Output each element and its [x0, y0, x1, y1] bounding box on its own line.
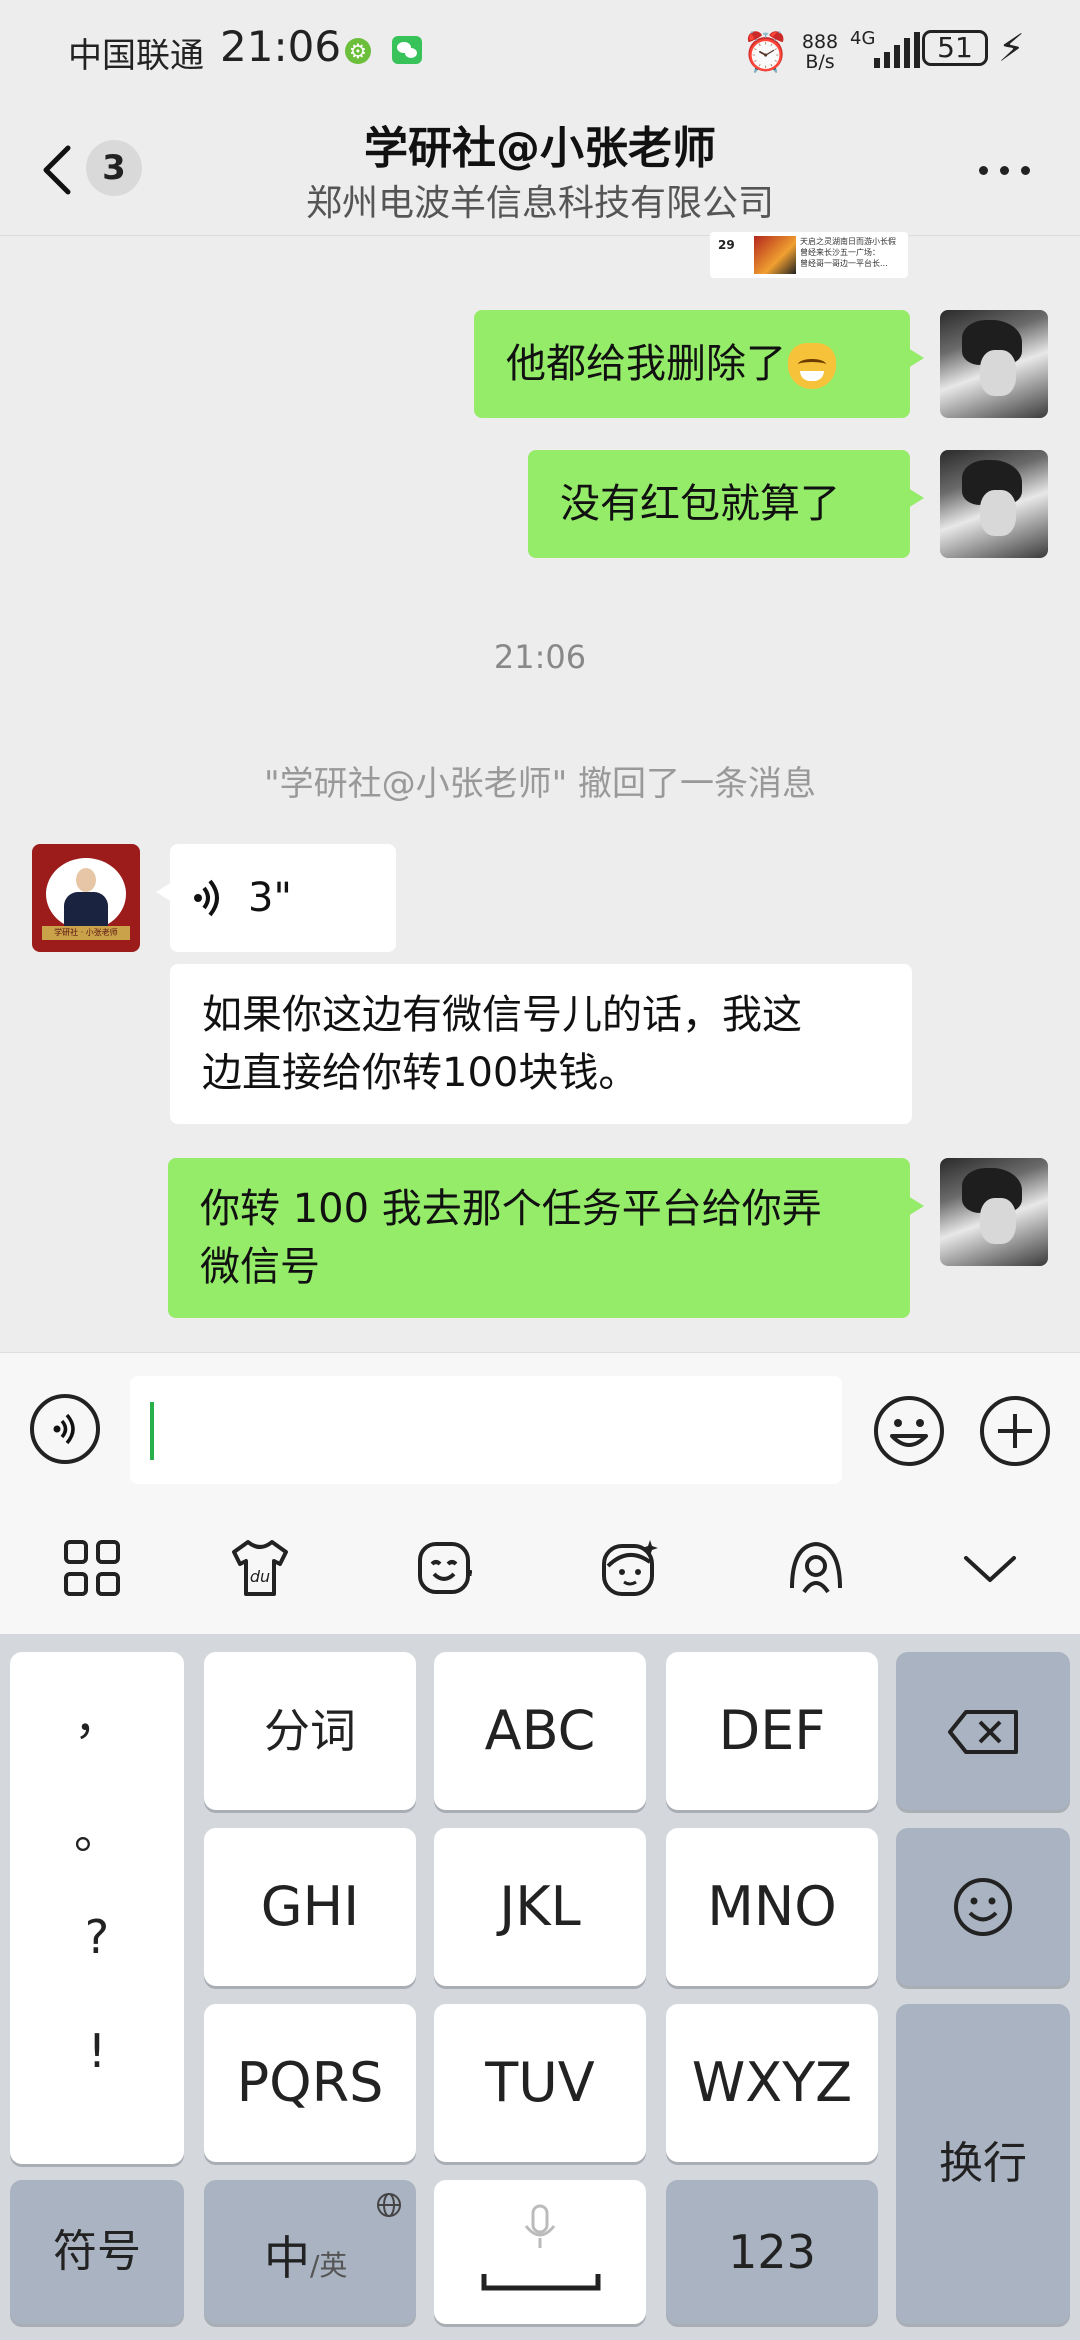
punctuation-key[interactable]: 。 — [10, 1796, 184, 1862]
microphone-icon — [524, 2204, 556, 2248]
key-pqrs[interactable]: PQRS — [204, 2004, 416, 2162]
message-text-line: 微信号 — [200, 1244, 320, 1290]
skin-shirt-icon[interactable]: du — [228, 1536, 292, 1600]
sticker-face-icon[interactable] — [414, 1536, 478, 1600]
voice-wave-icon — [194, 879, 219, 917]
card-line: 天启之灵湖南日而游小长假 — [800, 237, 896, 246]
wechat-notification-icon — [392, 36, 422, 64]
language-main-label: 中 — [264, 2231, 310, 2285]
shared-article-card[interactable]: 29 天启之灵湖南日而游小长假 曾经来长沙五一广场： 曾经哥一哥边一平台长... — [710, 232, 908, 278]
voice-input-button[interactable] — [30, 1394, 100, 1464]
message-text-line: 你转 100 我去那个任务平台给你弄 — [200, 1186, 822, 1232]
backspace-icon — [948, 1710, 1018, 1754]
alarm-icon: ⏰ — [742, 30, 790, 74]
keyboard-toolbar — [0, 1506, 1080, 1634]
punctuation-key[interactable]: ? — [10, 1910, 184, 1964]
card-line: 曾经哥一哥边一平台长... — [800, 259, 888, 268]
avatar-emoji-icon[interactable] — [598, 1536, 662, 1600]
punctuation-key[interactable]: ! — [10, 2024, 184, 2078]
network-speed: 888 B/s — [798, 32, 842, 72]
smiley-icon — [954, 1878, 1012, 1936]
collapse-keyboard-chevron-icon[interactable] — [958, 1536, 1022, 1600]
my-avatar[interactable] — [940, 1158, 1048, 1266]
contact-avatar[interactable]: 学研社 · 小张老师 — [32, 844, 140, 952]
card-badge: 29 — [718, 238, 735, 252]
card-text: 天启之灵湖南日而游小长假 曾经来长沙五一广场： 曾经哥一哥边一平台长... — [800, 236, 900, 269]
my-avatar[interactable] — [940, 310, 1048, 418]
message-bubble-outgoing[interactable]: 他都给我删除了 — [474, 310, 924, 418]
avatar-caption: 学研社 · 小张老师 — [42, 926, 130, 940]
message-bubble-outgoing[interactable]: 你转 100 我去那个任务平台给你弄 微信号 — [168, 1158, 924, 1318]
chat-timestamp: 21:06 — [493, 638, 587, 676]
key-def[interactable]: DEF — [666, 1652, 878, 1810]
card-line: 曾经来长沙五一广场： — [800, 248, 880, 257]
chat-subtitle: 郑州电波羊信息科技有限公司 — [305, 183, 774, 224]
key-jkl[interactable]: JKL — [434, 1828, 646, 1986]
status-bar: 中国联通 21:06 ⚙ ⏰ 888 B/s 4G 51 ⚡ — [0, 0, 1080, 105]
spacebar-icon — [481, 2274, 601, 2291]
carrier-label: 中国联通 — [68, 36, 204, 76]
card-thumbnail — [754, 236, 796, 274]
my-avatar[interactable] — [940, 450, 1048, 558]
recall-notice: "学研社@小张老师" 撤回了一条消息 — [263, 764, 817, 804]
message-text-line: 如果你这边有微信号儿的话，我这 — [202, 992, 802, 1038]
add-attachment-icon[interactable] — [978, 1394, 1052, 1468]
key-ghi[interactable]: GHI — [204, 1828, 416, 1986]
symbols-key[interactable]: 符号 — [10, 2180, 184, 2324]
voice-message-bubble[interactable]: 3" — [156, 844, 396, 952]
backspace-key[interactable] — [896, 1652, 1070, 1810]
battery-indicator: 51 — [922, 30, 988, 66]
key-segment[interactable]: 分词 — [204, 1652, 416, 1810]
key-abc[interactable]: ABC — [434, 1652, 646, 1810]
punctuation-column[interactable]: ， 。 ? ! — [10, 1652, 184, 2164]
key-wxyz[interactable]: WXYZ — [666, 2004, 878, 2162]
charging-icon: ⚡ — [998, 26, 1025, 70]
punctuation-key[interactable]: ， — [10, 1682, 184, 1748]
message-input[interactable] — [130, 1376, 842, 1484]
ai-assistant-icon[interactable] — [784, 1536, 848, 1600]
key-tuv[interactable]: TUV — [434, 2004, 646, 2162]
emoji-key[interactable] — [896, 1828, 1070, 1986]
globe-icon — [377, 2193, 401, 2217]
key-mno[interactable]: MNO — [666, 1828, 878, 1986]
message-text: 他都给我删除了 — [506, 341, 786, 387]
message-bubble-outgoing[interactable]: 没有红包就算了 — [528, 450, 924, 558]
message-bubble-incoming[interactable]: 如果你这边有微信号儿的话，我这 边直接给你转100块钱。 — [170, 964, 912, 1124]
message-text-line: 边直接给你转100块钱。 — [202, 1050, 639, 1096]
network-speed-unit: B/s — [805, 51, 835, 73]
voice-duration: 3" — [248, 875, 292, 921]
svg-text:du: du — [250, 1567, 270, 1586]
apps-grid-icon[interactable] — [60, 1536, 124, 1600]
more-options-icon[interactable] — [975, 150, 1035, 190]
settings-notification-icon: ⚙ — [345, 38, 371, 64]
voice-wave-icon — [53, 1413, 75, 1445]
clock: 21:06 — [220, 22, 342, 71]
signal-icon — [874, 32, 920, 68]
space-key[interactable] — [434, 2180, 646, 2324]
network-speed-value: 888 — [801, 31, 839, 53]
message-text: 没有红包就算了 — [560, 481, 840, 527]
numbers-key[interactable]: 123 — [666, 2180, 878, 2324]
enter-key[interactable]: 换行 — [896, 2004, 1070, 2324]
chat-title: 学研社@小张老师 — [364, 123, 716, 174]
emoji-button-icon[interactable] — [872, 1394, 946, 1468]
smirk-cat-emoji-icon — [788, 343, 836, 389]
text-caret — [150, 1402, 154, 1460]
language-switch-key[interactable]: 中 /英 — [204, 2180, 416, 2324]
language-alt-label: /英 — [310, 2249, 348, 2282]
